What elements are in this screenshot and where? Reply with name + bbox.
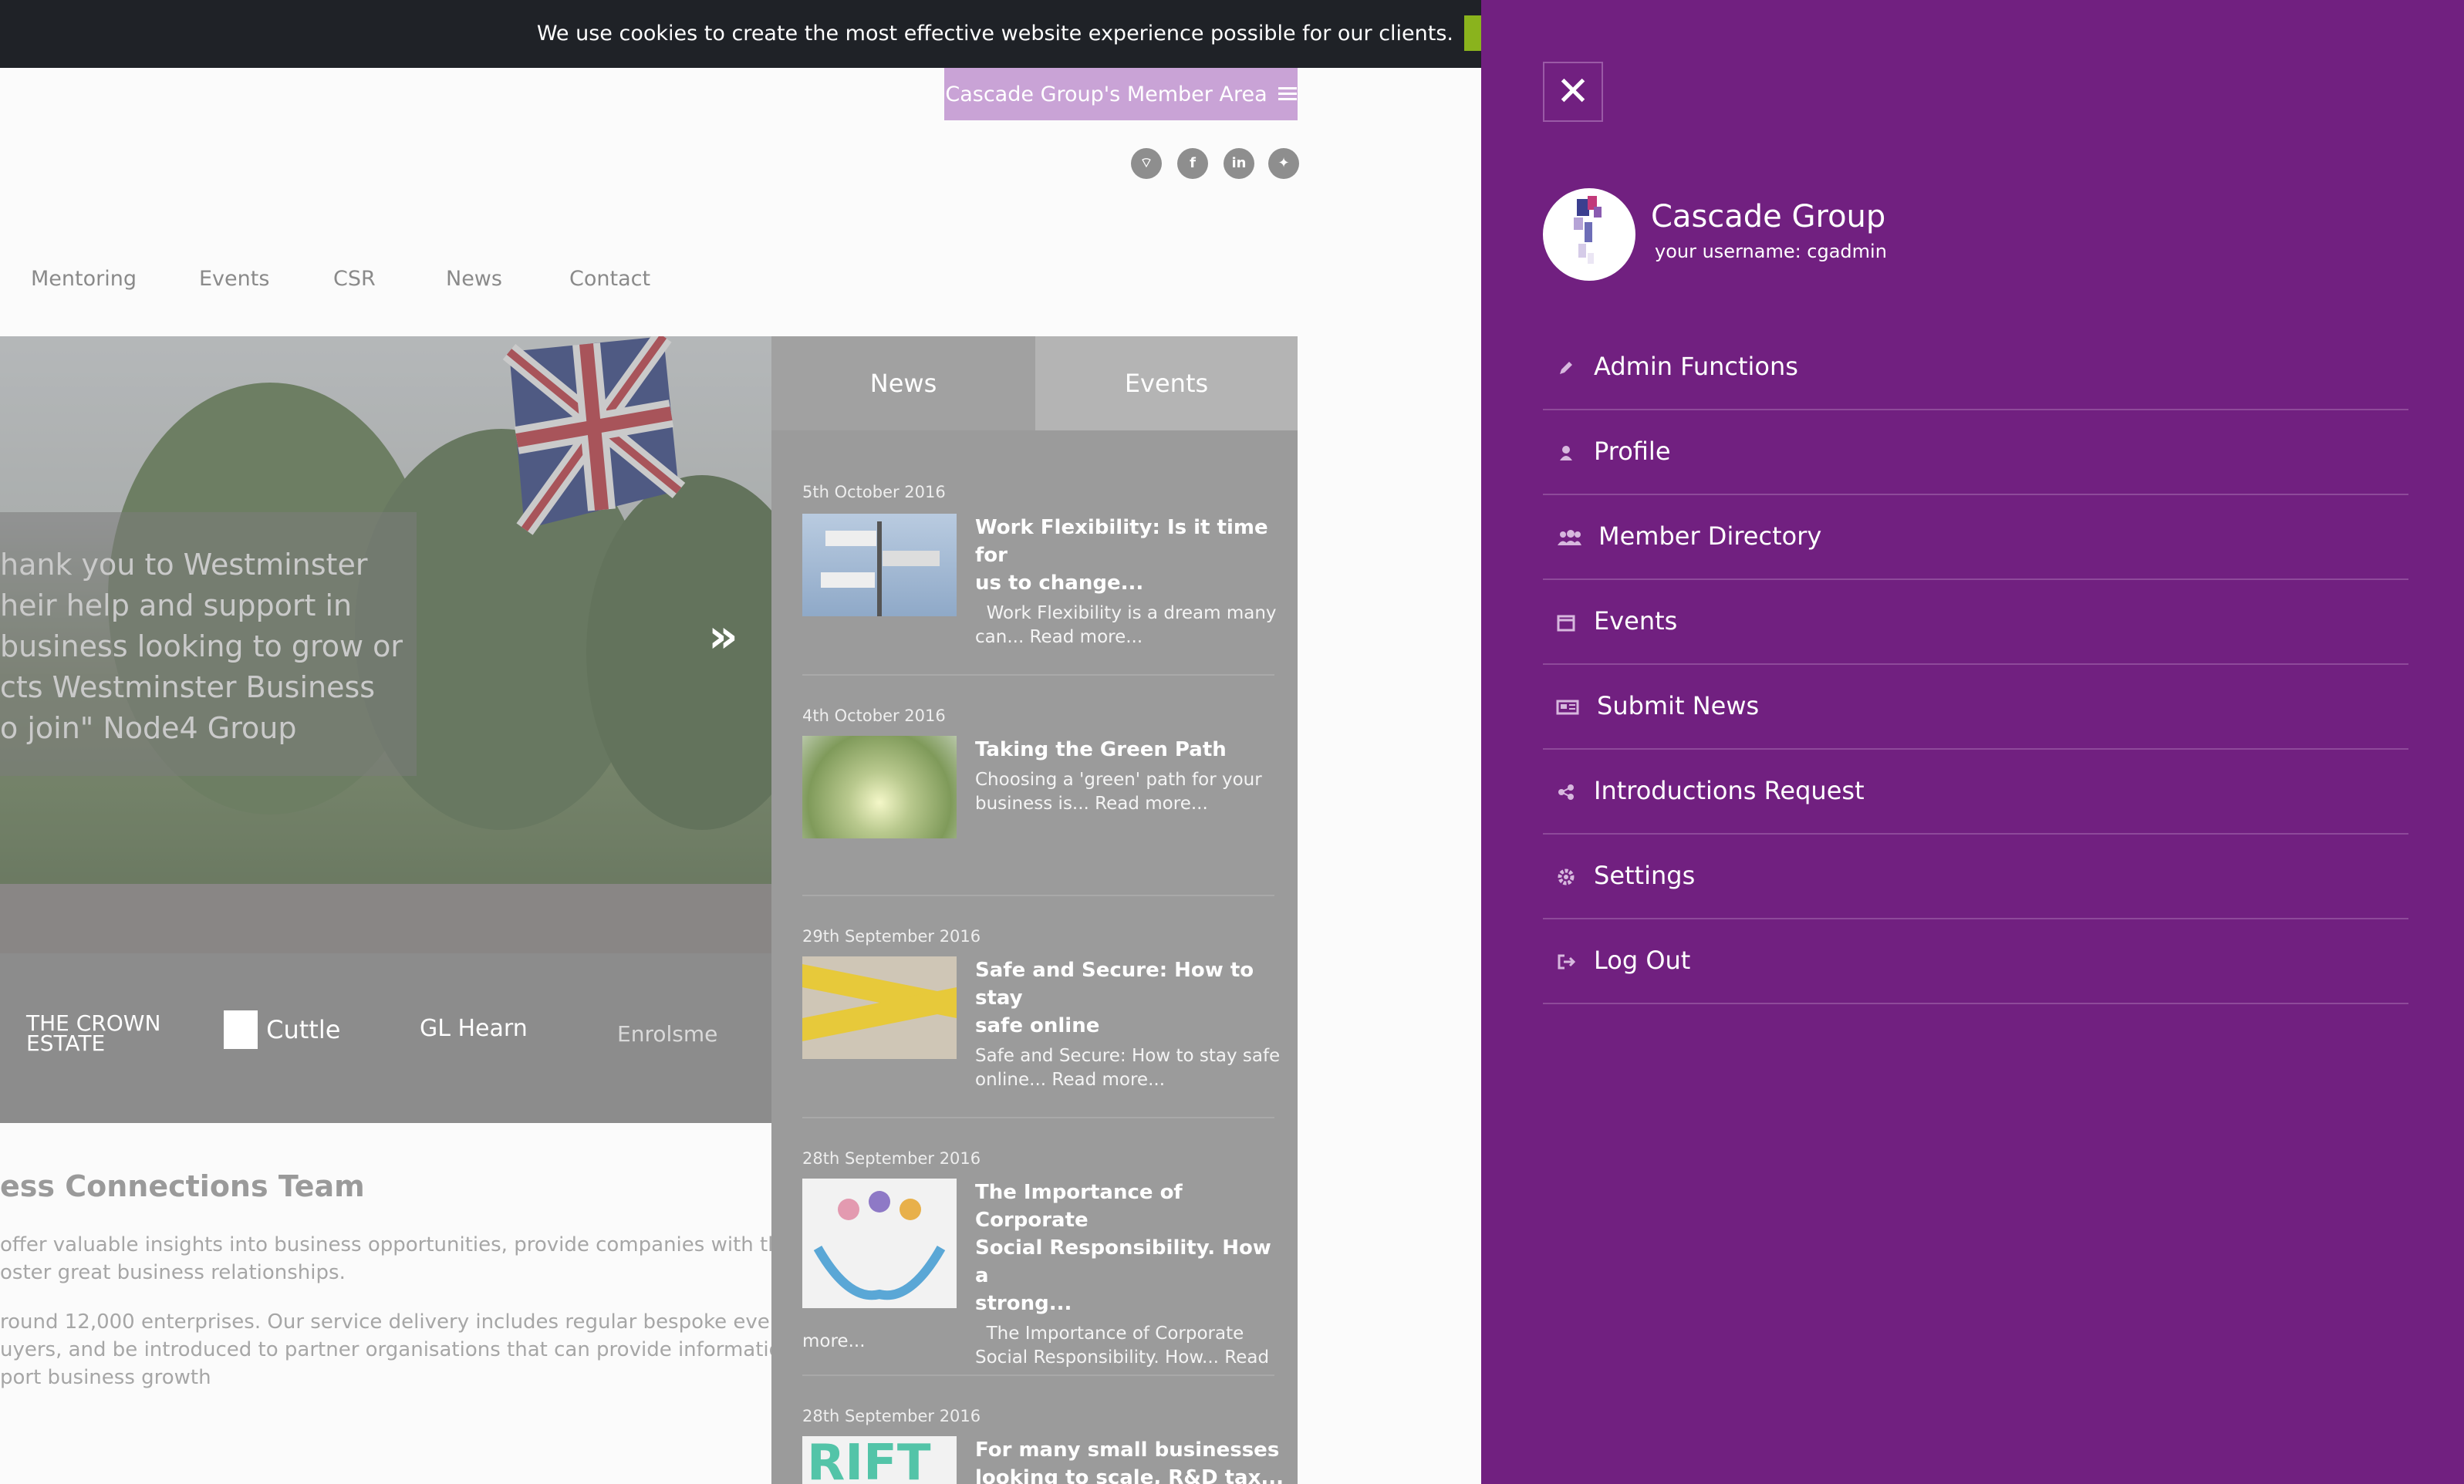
news-date: 29th September 2016 (802, 927, 981, 946)
share-icon (1555, 780, 1577, 801)
nav-contact[interactable]: Contact (569, 267, 650, 291)
news-text: Work Flexibility: Is it time for us to ch… (975, 514, 1284, 649)
menu-label: Introductions Request (1594, 776, 1865, 805)
gear-icon (1555, 865, 1577, 886)
menu-log-out[interactable]: Log Out (1543, 918, 2408, 1004)
facebook-icon[interactable]: f (1177, 148, 1208, 179)
crown-estate-logo: THE CROWN ESTATE (26, 1010, 161, 1056)
divider (802, 674, 1274, 676)
newspaper-icon (1555, 695, 1580, 717)
cascade-logo (1574, 196, 1602, 264)
menu-member-directory[interactable]: Member Directory (1543, 494, 2408, 580)
news-thumbnail[interactable] (802, 514, 957, 616)
news-text: For many small businesses looking to scal… (975, 1436, 1284, 1484)
news-text: The Importance of Corporate Social Respon… (975, 1179, 1284, 1370)
hands-people-image (813, 1191, 946, 1300)
nav-news[interactable]: News (446, 267, 502, 291)
menu-submit-news[interactable]: Submit News (1543, 663, 2408, 750)
news-item[interactable]: 28th September 2016 (802, 1149, 1274, 1168)
signpost-image (821, 521, 940, 616)
gl-hearn-logo: GL Hearn (420, 1015, 528, 1042)
news-date: 28th September 2016 (802, 1407, 981, 1425)
twitter-icon[interactable]: ✦ (1268, 148, 1299, 179)
next-slide-icon[interactable]: » (708, 609, 738, 663)
enrolsme-logo: Enrolsme (617, 1021, 718, 1047)
news-date: 5th October 2016 (802, 483, 946, 501)
menu-label: Member Directory (1598, 521, 1822, 551)
calendar-icon (1555, 610, 1577, 632)
menu-label: Admin Functions (1594, 352, 1798, 381)
hamburger-icon (1278, 87, 1297, 101)
logout-icon (1555, 949, 1577, 971)
tab-events[interactable]: Events (1035, 336, 1298, 430)
news-title[interactable]: The Importance of Corporate Social Respon… (975, 1179, 1284, 1317)
username: your username: cgadmin (1655, 241, 1887, 262)
news-text: Taking the Green Path Choosing a 'green'… (975, 736, 1284, 816)
news-excerpt-continued: more... (802, 1331, 866, 1351)
news-date: 4th October 2016 (802, 707, 946, 725)
menu-label: Events (1594, 606, 1678, 636)
rift-logo-image: RIFT (807, 1436, 931, 1484)
tab-news[interactable]: News (771, 336, 1035, 430)
cuttle-logo: Cuttle (224, 1010, 340, 1049)
cookie-accept-button[interactable] (1464, 15, 1481, 51)
news-title[interactable]: Safe and Secure: How to stay safe online (975, 956, 1284, 1040)
nav-events[interactable]: Events (199, 267, 269, 291)
news-item[interactable]: 5th October 2016 (802, 483, 1274, 501)
menu-label: Profile (1594, 437, 1671, 466)
news-thumbnail[interactable] (802, 956, 957, 1059)
news-title[interactable]: Work Flexibility: Is it time for us to ch… (975, 514, 1284, 597)
menu-label: Settings (1594, 861, 1696, 890)
news-item[interactable]: 29th September 2016 (802, 927, 1274, 946)
close-icon[interactable]: ✕ (1543, 62, 1603, 122)
news-thumbnail[interactable]: RIFT (802, 1436, 957, 1484)
news-excerpt: The Importance of Corporate Social Respon… (975, 1324, 1270, 1368)
news-item[interactable]: 28th September 2016 (802, 1407, 1274, 1425)
team-heading: ess Connections Team (0, 1169, 365, 1203)
news-date: 28th September 2016 (802, 1149, 981, 1168)
avatar (1543, 188, 1635, 281)
menu-label: Submit News (1597, 691, 1760, 720)
menu-settings[interactable]: Settings (1543, 833, 2408, 919)
member-area-button[interactable]: Cascade Group's Member Area (944, 68, 1298, 120)
news-text: Safe and Secure: How to stay safe online … (975, 956, 1284, 1092)
news-item[interactable]: 4th October 2016 (802, 707, 1274, 725)
news-title[interactable]: For many small businesses looking to scal… (975, 1436, 1284, 1484)
divider (802, 1117, 1274, 1118)
member-area-label: Cascade Group's Member Area (945, 82, 1267, 106)
menu-label: Log Out (1594, 946, 1691, 975)
menu-events[interactable]: Events (1543, 578, 2408, 665)
nav-mentoring[interactable]: Mentoring (31, 267, 137, 291)
cookie-message: We use cookies to create the most effect… (536, 22, 1453, 46)
linkedin-icon[interactable]: in (1224, 148, 1254, 179)
menu-profile[interactable]: Profile (1543, 409, 2408, 495)
team-paragraph-1: offer valuable insights into business op… (0, 1233, 793, 1284)
news-thumbnail[interactable] (802, 736, 957, 838)
pencil-icon (1555, 356, 1577, 377)
cyber-crime-tape-image (802, 964, 957, 1041)
news-title[interactable]: Taking the Green Path (975, 736, 1284, 764)
news-thumbnail[interactable] (802, 1179, 957, 1308)
news-excerpt: Safe and Secure: How to stay safe online.… (975, 1046, 1281, 1090)
divider (802, 895, 1274, 896)
news-excerpt: Work Flexibility is a dream many can... R… (975, 603, 1277, 647)
rss-icon[interactable]: ⌔ (1131, 148, 1162, 179)
team-paragraph-2: round 12,000 enterprises. Our service de… (0, 1310, 802, 1389)
users-icon (1555, 525, 1581, 547)
news-events-panel: News Events 5th October 2016 Work Flexib… (771, 336, 1298, 1484)
news-excerpt: Choosing a 'green' path for your business… (975, 770, 1262, 814)
user-icon (1555, 440, 1577, 462)
divider (802, 1374, 1274, 1376)
hero-dim-overlay (0, 336, 771, 953)
menu-introductions-request[interactable]: Introductions Request (1543, 748, 2408, 835)
nav-csr[interactable]: CSR (333, 267, 376, 291)
group-name: Cascade Group (1651, 199, 1886, 234)
menu-admin-functions[interactable]: Admin Functions (1543, 324, 2408, 410)
